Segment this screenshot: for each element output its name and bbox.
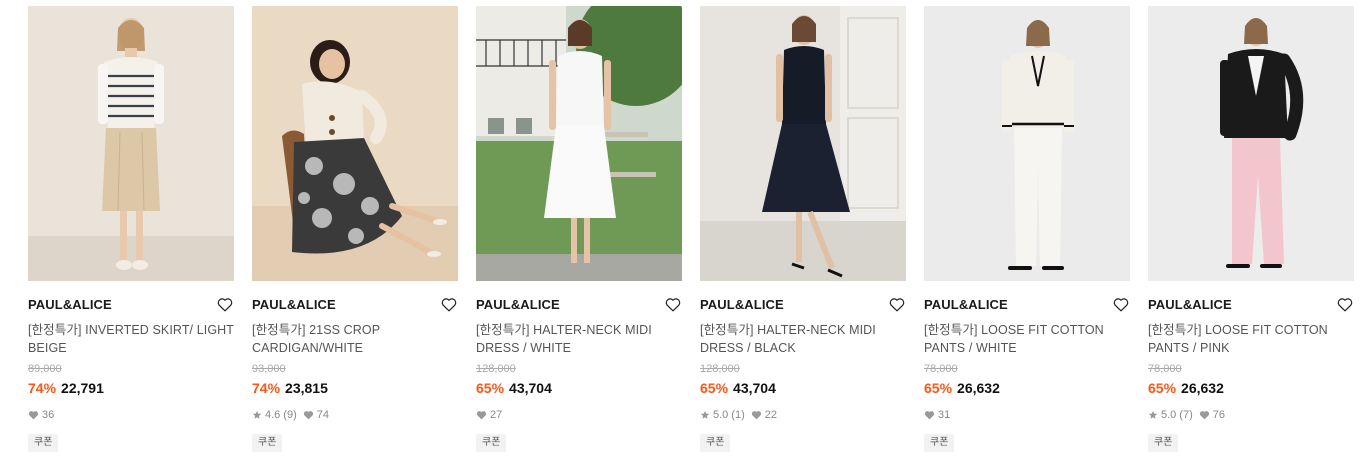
product-name[interactable]: [한정특가] LOOSE FIT COTTON PANTS / WHITE <box>924 321 1130 357</box>
wishlist-heart-icon[interactable] <box>1112 296 1130 314</box>
like-count-group: 22 <box>751 409 777 421</box>
product-card[interactable]: PAUL&ALICE [한정특가] INVERTED SKIRT/ LIGHT … <box>28 6 234 452</box>
review-count: (9) <box>283 409 297 421</box>
discount-rate: 65% <box>924 380 953 396</box>
original-price: 93,000 <box>252 363 286 375</box>
discount-rate: 65% <box>476 380 505 396</box>
discount-rate: 65% <box>1148 380 1177 396</box>
wishlist-heart-icon[interactable] <box>440 296 458 314</box>
brand-name[interactable]: PAUL&ALICE <box>924 297 1008 312</box>
brand-name[interactable]: PAUL&ALICE <box>252 297 336 312</box>
product-grid: PAUL&ALICE [한정특가] INVERTED SKIRT/ LIGHT … <box>28 6 1354 452</box>
product-image[interactable] <box>476 6 682 281</box>
coupon-badge: 쿠폰 <box>924 434 955 452</box>
discount-rate: 65% <box>700 380 729 396</box>
product-card[interactable]: PAUL&ALICE [한정특가] HALTER-NECK MIDI DRESS… <box>476 6 682 452</box>
product-card[interactable]: PAUL&ALICE [한정특가] LOOSE FIT COTTON PANTS… <box>924 6 1130 452</box>
rating-group: 5.0 (7) <box>1148 409 1193 421</box>
star-icon <box>700 410 710 419</box>
original-price: 78,000 <box>1148 363 1182 375</box>
heart-icon <box>28 411 39 420</box>
product-meta: 36 <box>28 408 234 422</box>
like-count: 31 <box>938 409 951 421</box>
star-icon <box>1148 410 1158 419</box>
like-count: 76 <box>1212 409 1225 421</box>
sale-price: 26,632 <box>1181 380 1224 396</box>
product-image[interactable] <box>252 6 458 281</box>
heart-icon <box>751 411 761 420</box>
rating-value: 5.0 <box>713 409 729 421</box>
original-price: 78,000 <box>924 363 958 375</box>
wishlist-heart-icon[interactable] <box>888 296 906 314</box>
discount-rate: 74% <box>252 380 281 396</box>
original-price: 128,000 <box>476 363 516 375</box>
product-meta: 31 <box>924 408 1130 422</box>
like-count-group: 31 <box>924 409 950 421</box>
sale-price: 22,791 <box>61 380 104 396</box>
like-count-group: 27 <box>476 409 502 421</box>
product-meta: 5.0 (1) 22 <box>700 408 906 422</box>
like-count: 27 <box>490 409 503 421</box>
coupon-badge: 쿠폰 <box>700 434 731 452</box>
rating-value: 4.6 <box>265 409 281 421</box>
sale-price: 26,632 <box>957 380 1000 396</box>
star-icon <box>252 410 262 419</box>
like-count-group: 36 <box>28 409 54 421</box>
review-count: (1) <box>731 409 745 421</box>
product-name[interactable]: [한정특가] HALTER-NECK MIDI DRESS / WHITE <box>476 321 682 357</box>
product-name[interactable]: [한정특가] HALTER-NECK MIDI DRESS / BLACK <box>700 321 906 357</box>
product-name[interactable]: [한정특가] LOOSE FIT COTTON PANTS / PINK <box>1148 321 1354 357</box>
sale-price: 43,704 <box>733 380 776 396</box>
product-meta: 5.0 (7) 76 <box>1148 408 1354 422</box>
wishlist-heart-icon[interactable] <box>664 296 682 314</box>
product-name[interactable]: [한정특가] INVERTED SKIRT/ LIGHT BEIGE <box>28 321 234 357</box>
product-card[interactable]: PAUL&ALICE [한정특가] LOOSE FIT COTTON PANTS… <box>1148 6 1354 452</box>
original-price: 89,000 <box>28 363 62 375</box>
rating-value: 5.0 <box>1161 409 1177 421</box>
brand-name[interactable]: PAUL&ALICE <box>476 297 560 312</box>
product-image[interactable] <box>1148 6 1354 281</box>
rating-group: 5.0 (1) <box>700 409 745 421</box>
product-name[interactable]: [한정특가] 21SS CROP CARDIGAN/WHITE <box>252 321 458 357</box>
brand-name[interactable]: PAUL&ALICE <box>1148 297 1232 312</box>
sale-price: 23,815 <box>285 380 328 396</box>
coupon-badge: 쿠폰 <box>476 434 507 452</box>
heart-icon <box>1199 411 1209 420</box>
product-meta: 4.6 (9) 74 <box>252 408 458 422</box>
brand-name[interactable]: PAUL&ALICE <box>700 297 784 312</box>
heart-icon <box>924 411 935 420</box>
original-price: 128,000 <box>700 363 740 375</box>
review-count: (7) <box>1179 409 1193 421</box>
discount-rate: 74% <box>28 380 57 396</box>
heart-icon <box>476 411 487 420</box>
coupon-badge: 쿠폰 <box>252 434 283 452</box>
sale-price: 43,704 <box>509 380 552 396</box>
like-count-group: 74 <box>303 409 329 421</box>
product-meta: 27 <box>476 408 682 422</box>
product-card[interactable]: PAUL&ALICE [한정특가] 21SS CROP CARDIGAN/WHI… <box>252 6 458 452</box>
product-image[interactable] <box>700 6 906 281</box>
coupon-badge: 쿠폰 <box>1148 434 1179 452</box>
like-count-group: 76 <box>1199 409 1225 421</box>
like-count: 36 <box>42 409 55 421</box>
product-image[interactable] <box>28 6 234 281</box>
coupon-badge: 쿠폰 <box>28 434 59 452</box>
like-count: 74 <box>316 409 329 421</box>
heart-icon <box>303 411 313 420</box>
rating-group: 4.6 (9) <box>252 409 297 421</box>
product-image[interactable] <box>924 6 1130 281</box>
wishlist-heart-icon[interactable] <box>1336 296 1354 314</box>
brand-name[interactable]: PAUL&ALICE <box>28 297 112 312</box>
product-card[interactable]: PAUL&ALICE [한정특가] HALTER-NECK MIDI DRESS… <box>700 6 906 452</box>
like-count: 22 <box>764 409 777 421</box>
wishlist-heart-icon[interactable] <box>216 296 234 314</box>
